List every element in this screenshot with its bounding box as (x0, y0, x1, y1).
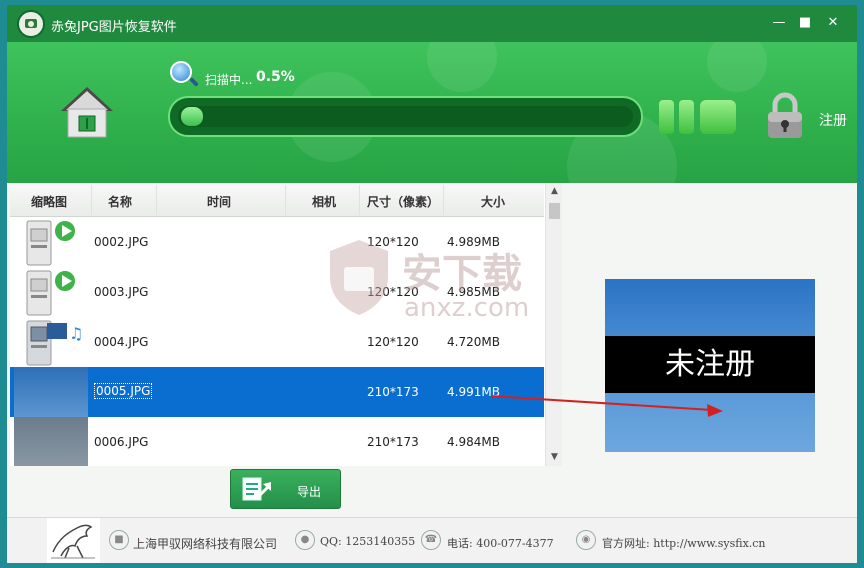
sky-photo-thumbnail (14, 367, 88, 417)
col-separator (156, 185, 157, 215)
watermark-brand: 安下载 (402, 251, 522, 297)
col-thumbnail[interactable]: 缩略图 (31, 193, 67, 210)
scan-status-label: 扫描中... (205, 73, 253, 87)
register-link[interactable]: 注册 (819, 110, 847, 130)
close-button[interactable]: ✕ (823, 14, 843, 32)
export-icon (242, 477, 271, 501)
row-name: 0005.JPG (94, 383, 153, 399)
col-dimensions[interactable]: 尺寸（像素） (367, 193, 439, 210)
magnifier-icon (170, 61, 192, 83)
table-row-selected[interactable]: 0005.JPG 210*173 4.991MB (10, 367, 544, 417)
col-name[interactable]: 名称 (108, 193, 132, 210)
company-logo-horse-icon (47, 518, 100, 563)
watermark-url: anxz.com (404, 293, 530, 323)
col-separator (443, 185, 444, 215)
qq-icon: ● (295, 530, 315, 550)
pause-bar-left (659, 100, 674, 134)
footer-phone: 电话: 400-077-4377 (447, 537, 554, 550)
home-icon[interactable] (59, 85, 115, 141)
minimize-button[interactable]: — (769, 14, 789, 32)
footer-qq: QQ: 1253140355 (320, 535, 416, 548)
footer-bar: ■ 上海甲驭网络科技有限公司 ● QQ: 1253140355 ☎ 电话: 40… (7, 517, 857, 563)
col-size[interactable]: 大小 (481, 193, 505, 210)
export-label: 导出 (297, 485, 322, 499)
table-row[interactable]: 0006.JPG 210*173 4.984MB (10, 417, 544, 466)
app-background: 赤兔JPG图片恢复软件 — ■ ✕ 扫描中... 0.5% 注册 缩略图 名称 … (0, 0, 864, 568)
table-header: 缩略图 名称 时间 相机 尺寸（像素） 大小 (10, 183, 544, 217)
footer-company: 上海甲驭网络科技有限公司 (133, 537, 278, 551)
app-window: 赤兔JPG图片恢复软件 — ■ ✕ 扫描中... 0.5% 注册 缩略图 名称 … (7, 5, 857, 563)
pause-bar-right (679, 100, 694, 134)
col-time[interactable]: 时间 (207, 193, 231, 210)
scroll-thumb[interactable] (549, 203, 560, 219)
row-name: 0006.JPG (94, 435, 149, 449)
footer-website[interactable]: 官方网址: http://www.sysfix.cn (602, 535, 766, 551)
row-size: 4.984MB (447, 435, 500, 449)
row-name: 0003.JPG (94, 285, 149, 299)
pause-button[interactable] (659, 100, 697, 134)
row-size: 4.991MB (447, 385, 500, 399)
col-separator (91, 185, 92, 215)
col-separator (359, 185, 360, 215)
disk-play-icon (26, 219, 77, 266)
row-size: 4.720MB (447, 335, 500, 349)
row-dimensions: 120*120 (367, 335, 419, 349)
disk-play-icon (26, 269, 77, 316)
image-preview: 未注册 (605, 279, 815, 452)
row-dimensions: 210*173 (367, 385, 419, 399)
decor-bubble (707, 42, 767, 92)
site-watermark: 安下载 anxz.com (324, 237, 554, 327)
header-panel: 扫描中... 0.5% 注册 (7, 42, 857, 183)
row-name: 0002.JPG (94, 235, 149, 249)
decor-bubble (427, 42, 497, 92)
scroll-down-icon[interactable]: ▼ (546, 449, 562, 466)
progress-track (178, 106, 633, 127)
grey-photo-thumbnail (14, 417, 88, 466)
phone-icon: ☎ (421, 530, 441, 550)
disk-media-icon: ♫ (26, 320, 83, 366)
col-separator (285, 185, 286, 215)
company-icon: ■ (109, 530, 129, 550)
scan-progress-bar (168, 96, 643, 137)
title-bar: 赤兔JPG图片恢复软件 — ■ ✕ (7, 5, 857, 42)
svg-text:♫: ♫ (69, 324, 83, 343)
export-button[interactable]: 导出 (230, 469, 341, 509)
row-name: 0004.JPG (94, 335, 149, 349)
scroll-up-icon[interactable]: ▲ (546, 183, 562, 200)
col-camera[interactable]: 相机 (312, 193, 336, 210)
maximize-button[interactable]: ■ (795, 14, 815, 32)
row-dimensions: 210*173 (367, 435, 419, 449)
window-title: 赤兔JPG图片恢复软件 (51, 20, 177, 35)
progress-fill (181, 107, 203, 126)
stop-button[interactable] (700, 100, 736, 134)
app-logo-icon (17, 10, 45, 38)
unregistered-watermark: 未注册 (605, 336, 815, 393)
shield-icon (330, 240, 388, 315)
lock-icon[interactable] (765, 91, 805, 139)
scan-percent: 0.5% (256, 69, 295, 85)
globe-icon: ◉ (576, 530, 596, 550)
